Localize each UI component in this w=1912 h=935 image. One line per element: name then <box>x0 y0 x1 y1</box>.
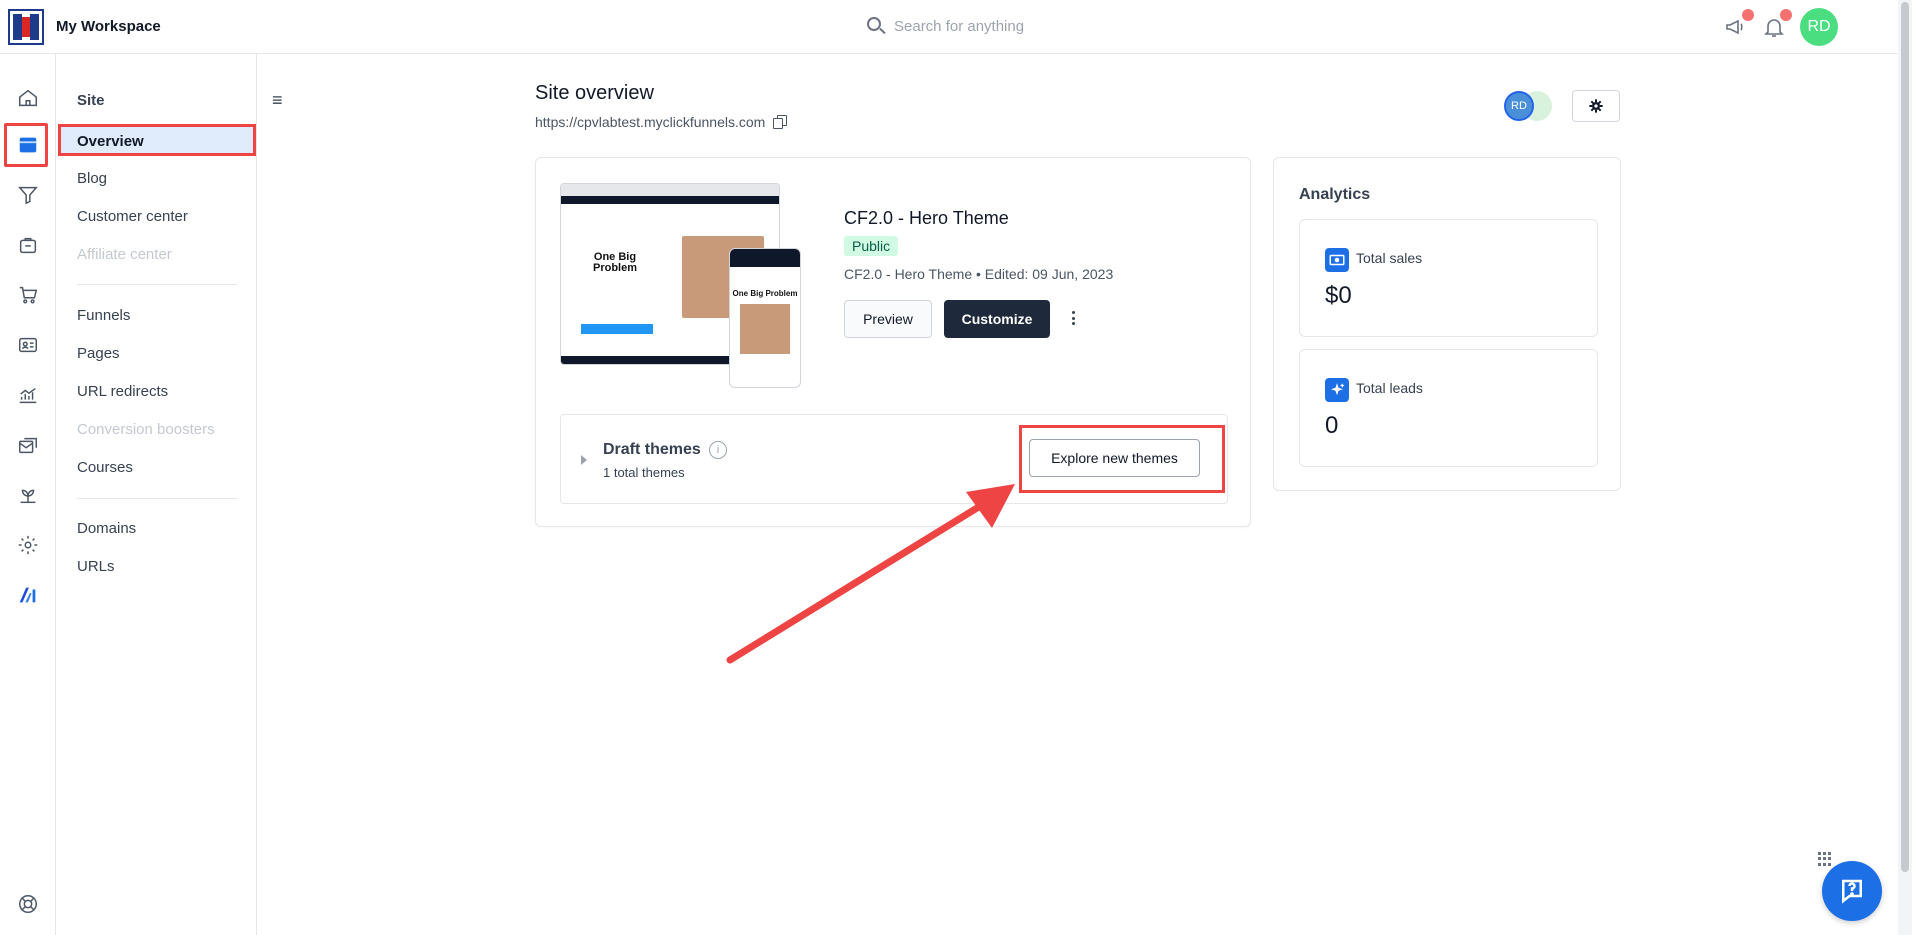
sidebar-item-overview[interactable]: Overview <box>58 124 256 156</box>
bell-icon[interactable] <box>1762 9 1792 39</box>
courses-icon[interactable] <box>14 481 42 509</box>
notification-dot <box>1742 9 1754 21</box>
sidebar-item-label: Overview <box>77 133 144 150</box>
mobile-thumbnail-heading: One Big Problem <box>732 289 798 298</box>
annotation-arrow <box>726 484 1015 664</box>
ai-icon[interactable] <box>14 581 42 609</box>
thumbnail-heading: One Big Problem <box>592 251 637 274</box>
cart-icon[interactable] <box>14 281 42 309</box>
settings-icon[interactable] <box>14 531 42 559</box>
sidebar-item-blog[interactable]: Blog <box>77 170 107 187</box>
money-icon <box>1325 248 1349 272</box>
draft-themes-title[interactable]: Draft themes <box>603 441 701 459</box>
search-input[interactable] <box>894 17 1114 35</box>
sidebar-toggle-icon[interactable]: ≡ <box>272 90 283 111</box>
sites-icon[interactable] <box>14 131 42 159</box>
sidebar-item-urls[interactable]: URLs <box>77 558 115 575</box>
sidebar-item-funnels[interactable]: Funnels <box>77 307 130 324</box>
home-icon[interactable] <box>14 84 42 112</box>
contacts-icon[interactable] <box>14 331 42 359</box>
info-icon[interactable]: i <box>709 441 727 459</box>
sidebar-item-customer-center[interactable]: Customer center <box>77 208 188 225</box>
announcements-icon[interactable] <box>1724 9 1754 39</box>
site-url-text[interactable]: https://cpvlabtest.myclickfunnels.com <box>535 114 765 130</box>
clickfunnels-logo[interactable] <box>8 9 44 45</box>
icon-rail <box>0 54 56 935</box>
sidebar-item-pages[interactable]: Pages <box>77 345 120 362</box>
mobile-preview: One Big Problem <box>729 248 801 388</box>
sidebar-heading: Site <box>77 92 105 109</box>
expand-caret-icon[interactable] <box>581 455 587 465</box>
status-badge: Public <box>844 236 899 256</box>
collaborator-avatar: RD <box>1504 91 1534 121</box>
page-scrollbar[interactable] <box>1898 0 1912 935</box>
stat-total-sales: Total sales $0 <box>1299 219 1598 337</box>
theme-thumbnail[interactable]: One Big Problem One Big Problem <box>560 183 801 393</box>
help-icon <box>1842 879 1862 904</box>
explore-new-themes-button[interactable]: Explore new themes <box>1029 439 1200 477</box>
collaborators[interactable]: RD <box>1504 91 1560 121</box>
top-bar: My Workspace RD <box>0 0 1898 54</box>
theme-name: CF2.0 - Hero Theme <box>844 208 1009 228</box>
draft-themes-count: 1 total themes <box>603 465 685 480</box>
stat-label: Total sales <box>1356 250 1423 266</box>
site-url: https://cpvlabtest.myclickfunnels.com <box>535 114 788 130</box>
customize-button[interactable]: Customize <box>944 300 1050 338</box>
search-icon <box>866 16 886 36</box>
user-avatar[interactable]: RD <box>1800 8 1838 46</box>
support-icon[interactable] <box>14 890 42 918</box>
more-options-icon[interactable] <box>1068 308 1078 328</box>
email-icon[interactable] <box>14 431 42 459</box>
sidebar-item-courses[interactable]: Courses <box>77 459 133 476</box>
analytics-icon[interactable] <box>14 381 42 409</box>
help-chat-button[interactable] <box>1822 861 1882 921</box>
sparkle-icon <box>1325 378 1349 402</box>
stat-total-leads: Total leads 0 <box>1299 349 1598 467</box>
stat-label: Total leads <box>1356 380 1423 396</box>
page-title: Site overview <box>535 82 654 104</box>
sidebar-divider <box>77 498 237 499</box>
theme-meta: CF2.0 - Hero Theme • Edited: 09 Jun, 202… <box>844 266 1114 282</box>
stat-value: $0 <box>1325 282 1352 309</box>
sidebar-item-conversion-boosters: Conversion boosters <box>77 421 215 438</box>
analytics-card: Analytics Total sales $0 Total leads 0 <box>1273 157 1621 491</box>
sidebar-item-url-redirects[interactable]: URL redirects <box>77 383 168 400</box>
global-search[interactable] <box>866 16 1114 36</box>
stat-value: 0 <box>1325 412 1339 439</box>
sidebar-item-domains[interactable]: Domains <box>77 520 136 537</box>
copy-icon[interactable] <box>773 115 788 129</box>
site-settings-button[interactable] <box>1572 90 1620 122</box>
funnel-icon[interactable] <box>14 181 42 209</box>
store-icon[interactable] <box>14 231 42 259</box>
sidebar-divider <box>77 284 237 285</box>
site-sidebar: Site Overview Blog Customer center Affil… <box>57 54 257 935</box>
analytics-title: Analytics <box>1299 186 1371 203</box>
notification-dot <box>1780 9 1792 21</box>
workspace-name[interactable]: My Workspace <box>56 18 161 35</box>
grid-icon[interactable] <box>1818 852 1832 866</box>
sidebar-item-affiliate-center: Affiliate center <box>77 246 172 263</box>
preview-button[interactable]: Preview <box>844 300 932 338</box>
gear-icon <box>1589 99 1603 113</box>
